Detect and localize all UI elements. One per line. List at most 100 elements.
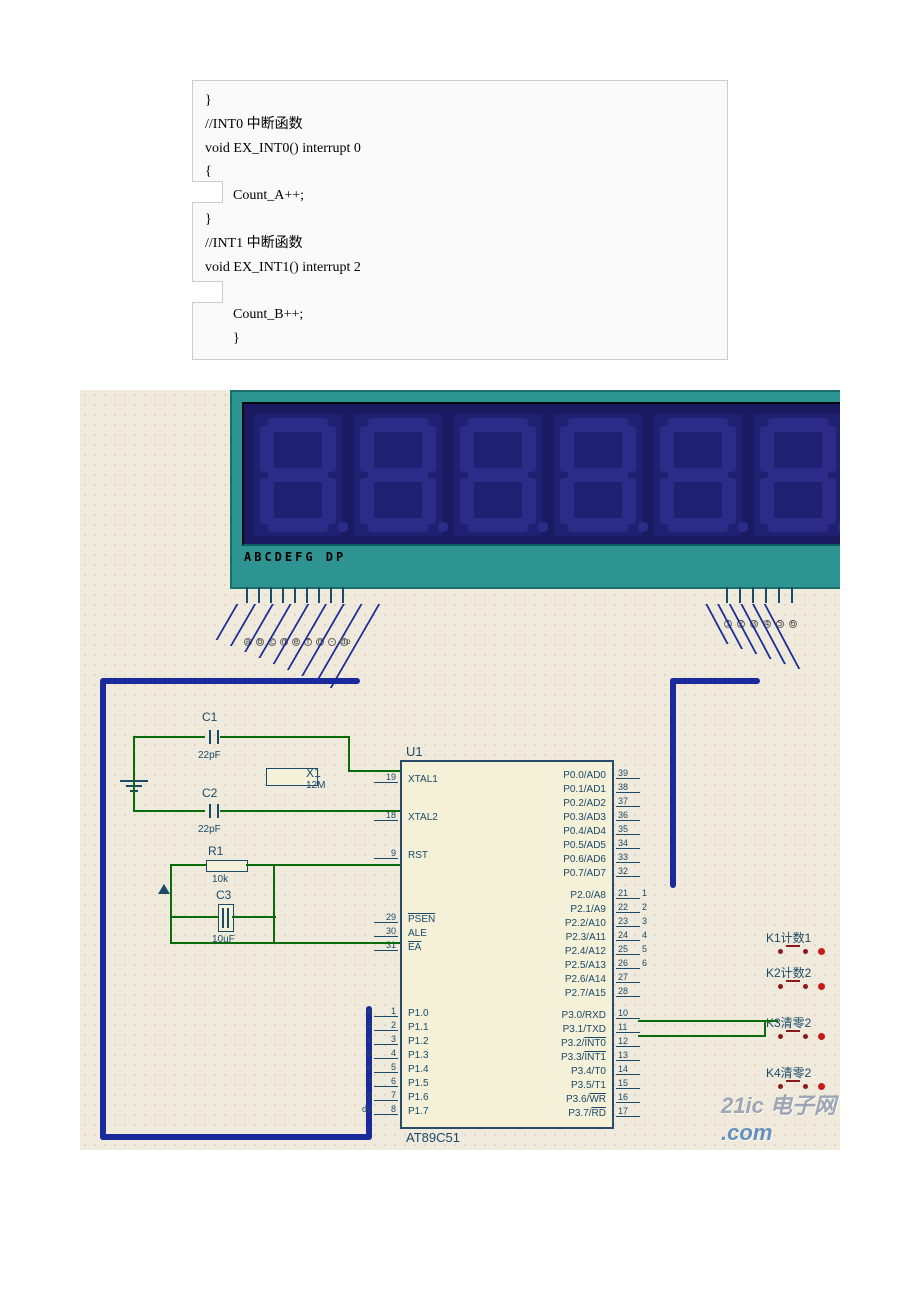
- chip-pin-label: P3.0/RXD: [562, 1010, 606, 1021]
- chip-pin-number: 22: [616, 902, 640, 913]
- pin-stub: [765, 587, 767, 603]
- chip-pin-number: 7: [374, 1090, 398, 1101]
- code-notch: [192, 281, 223, 303]
- chip-pin-number: 8: [374, 1104, 398, 1115]
- wire: [638, 1035, 766, 1037]
- pin-stub: [294, 587, 296, 603]
- net-alias: 1: [642, 888, 647, 898]
- pushbutton: [778, 945, 808, 959]
- wire: [170, 916, 218, 918]
- wire: [220, 736, 350, 738]
- chip-pin-number: 11: [616, 1022, 640, 1033]
- net-alias: 3: [642, 916, 647, 926]
- chip-pin-number: 38: [616, 782, 640, 793]
- pushbutton: [778, 980, 808, 994]
- seven-seg-digit: [754, 414, 840, 536]
- net-label: e: [292, 638, 300, 646]
- chip-at89c51: U1 AT89C51 XTAL119XTAL218RST9PSEN29ALE30…: [400, 760, 614, 1129]
- cap-c1: [213, 727, 215, 747]
- chip-pin-label: P0.6/AD6: [563, 854, 606, 865]
- code-line: }: [205, 327, 715, 351]
- pin-stub: [342, 587, 344, 603]
- chip-pin-number: 1: [374, 1006, 398, 1017]
- button-label: K4清零2: [766, 1064, 811, 1081]
- chip-pin-label: P2.3/A11: [566, 932, 606, 943]
- chip-pin-label: RST: [408, 850, 428, 861]
- chip-pin-label: P1.0: [408, 1008, 429, 1019]
- display-pins-label: ABCDEFG DP: [244, 550, 346, 564]
- chip-pin-label: P0.0/AD0: [563, 770, 606, 781]
- code-notch: [192, 181, 223, 203]
- chip-pin-label: P3.5/T1: [571, 1080, 606, 1091]
- chip-pin-number: 26: [616, 958, 640, 969]
- wire: [170, 864, 172, 944]
- bus-wire: [100, 1134, 370, 1140]
- code-block: } //INT0 中断函数 void EX_INT0() interrupt 0…: [192, 80, 728, 360]
- cap-c2: [213, 801, 215, 821]
- chip-pin-label: P0.1/AD1: [563, 784, 606, 795]
- chip-pin-number: 21: [616, 888, 640, 899]
- chip-pin-label: P2.5/A13: [565, 960, 606, 971]
- chip-pin-label: XTAL2: [408, 812, 438, 823]
- chip-pin-number: 37: [616, 796, 640, 807]
- chip-pin-label: P1.5: [408, 1078, 429, 1089]
- terminal-dot: [818, 983, 825, 990]
- chip-pin-number: 17: [616, 1106, 640, 1117]
- chip-pin-label: P0.4/AD4: [563, 826, 606, 837]
- chip-pin-number: 36: [616, 810, 640, 821]
- chip-pin-number: 32: [616, 866, 640, 877]
- pin-stub: [726, 587, 728, 603]
- cap-c1-label: C1: [202, 710, 217, 724]
- wire: [133, 736, 205, 738]
- net-alias: b: [350, 1020, 374, 1030]
- wire: [133, 736, 135, 780]
- chip-pin-label: P1.4: [408, 1064, 429, 1075]
- wire: [220, 810, 400, 812]
- wire: [348, 770, 400, 772]
- net-alias: g: [350, 1090, 374, 1100]
- schematic-diagram: ABCDEFG DP 123456 abcdefg-dp 123456 U1 A…: [80, 390, 840, 1150]
- seven-seg-digit: [554, 414, 642, 536]
- chip-pin-number: 14: [616, 1064, 640, 1075]
- chip-pin-label: P1.7: [408, 1106, 429, 1117]
- terminal-dot: [818, 948, 825, 955]
- chip-pin-number: 5: [374, 1062, 398, 1073]
- res-r1-label: R1: [208, 844, 223, 858]
- res-r1-value: 10k: [212, 874, 228, 885]
- seven-seg-digit: [354, 414, 442, 536]
- chip-pin-number: 9: [374, 848, 398, 859]
- wire: [133, 810, 205, 812]
- cap-c3-label: C3: [216, 888, 231, 902]
- chip-pin-label: P3.7/RD: [568, 1108, 606, 1119]
- chip-pin-number: 23: [616, 916, 640, 927]
- pin-stub: [306, 587, 308, 603]
- pin-stub: [270, 587, 272, 603]
- pin-stub: [778, 587, 780, 603]
- code-line: void EX_INT1() interrupt 2: [205, 256, 715, 280]
- chip-pin-number: 6: [374, 1076, 398, 1087]
- probe-icon: [158, 884, 170, 894]
- button-label: K2计数2: [766, 964, 811, 981]
- chip-pin-number: 25: [616, 944, 640, 955]
- cap-c1-value: 22pF: [198, 750, 221, 761]
- code-line: Count_B++;: [205, 303, 715, 327]
- wire: [170, 942, 400, 944]
- wire: [170, 864, 206, 866]
- net-label: dp: [340, 638, 348, 646]
- cap-c3: [218, 904, 234, 932]
- chip-pin-label: P3.3/INT1: [561, 1052, 606, 1063]
- button-label: K1计数1: [766, 929, 811, 946]
- net-alias: e: [350, 1062, 374, 1072]
- chip-refdes: U1: [406, 744, 423, 759]
- chip-pin-number: 16: [616, 1092, 640, 1103]
- chip-pin-label: P2.0/A8: [570, 890, 606, 901]
- chip-pin-number: 35: [616, 824, 640, 835]
- net-label: 6: [789, 620, 797, 628]
- seven-seg-digit: [654, 414, 742, 536]
- code-line: //INT1 中断函数: [205, 232, 715, 256]
- code-line: {: [205, 160, 715, 184]
- net-label: b: [256, 638, 264, 646]
- chip-pin-number: 30: [374, 926, 398, 937]
- code-line: void EX_INT0() interrupt 0: [205, 137, 715, 161]
- chip-pin-label: EA: [408, 942, 421, 953]
